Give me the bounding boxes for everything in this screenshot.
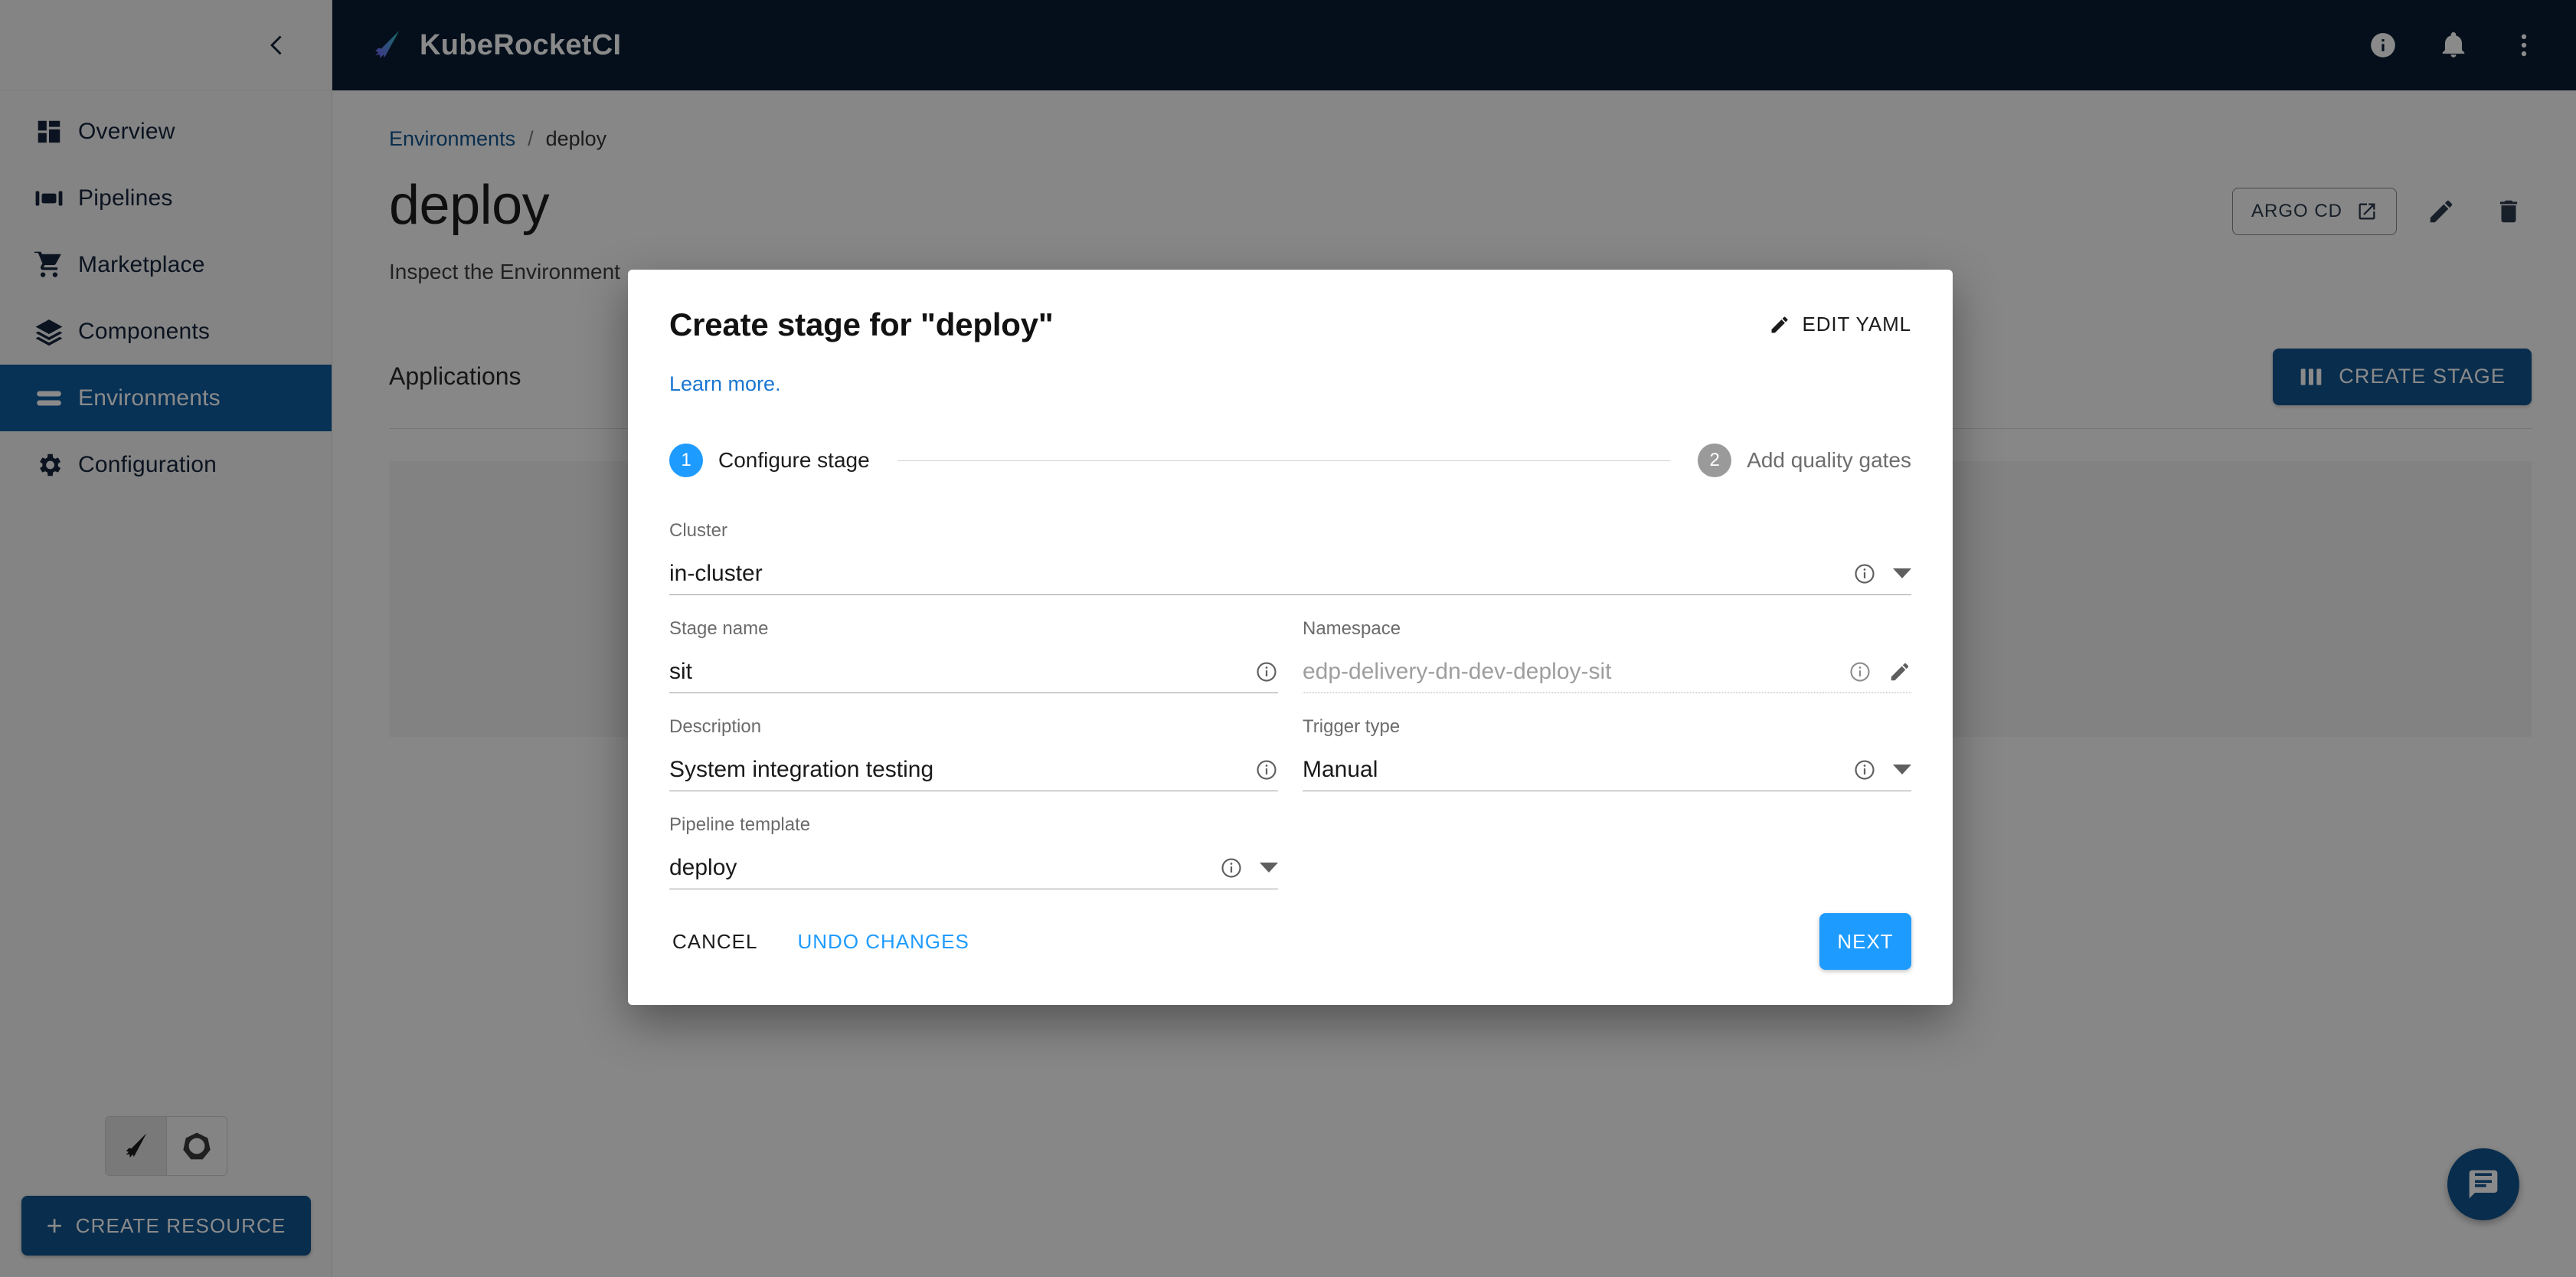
- step-configure-stage[interactable]: 1 Configure stage: [669, 444, 870, 477]
- field-label: Pipeline template: [669, 814, 811, 835]
- info-circle-outline-icon[interactable]: [1255, 660, 1278, 683]
- field-adornments: [1241, 660, 1278, 683]
- field-adornments: [1241, 758, 1278, 781]
- field-adornments: [1835, 660, 1911, 683]
- field-label: Trigger type: [1303, 716, 1401, 737]
- next-button[interactable]: NEXT: [1819, 913, 1911, 970]
- field-label: Namespace: [1303, 618, 1401, 639]
- field-stage-name: Stage name sit: [669, 618, 1278, 716]
- info-circle-outline-icon[interactable]: [1853, 562, 1876, 585]
- pipeline-template-value: deploy: [669, 854, 737, 880]
- field-label: Stage name: [669, 618, 769, 639]
- field-label: Cluster: [669, 520, 728, 541]
- stage-name-input[interactable]: sit: [669, 650, 1278, 693]
- field-namespace: Namespace edp-delivery-dn-dev-deploy-sit: [1303, 618, 1911, 716]
- chevron-down-icon[interactable]: [1260, 863, 1278, 873]
- namespace-input: edp-delivery-dn-dev-deploy-sit: [1303, 650, 1911, 693]
- description-input[interactable]: System integration testing: [669, 748, 1278, 791]
- info-circle-outline-icon[interactable]: [1255, 758, 1278, 781]
- learn-more-link[interactable]: Learn more.: [628, 343, 1953, 396]
- info-circle-outline-icon[interactable]: [1853, 758, 1876, 781]
- stage-name-value: sit: [669, 658, 692, 684]
- field-pipeline-template: Pipeline template deploy: [669, 814, 1278, 912]
- chevron-down-icon[interactable]: [1893, 765, 1911, 774]
- undo-changes-button[interactable]: UNDO CHANGES: [794, 922, 972, 961]
- dialog-title: Create stage for "deploy": [669, 306, 1054, 342]
- info-circle-outline-icon[interactable]: [1220, 856, 1243, 879]
- cancel-button[interactable]: CANCEL: [669, 922, 760, 961]
- dialog-header: Create stage for "deploy" EDIT YAML: [628, 270, 1953, 343]
- app-root: Overview Pipelines Marketplace Component…: [0, 0, 2576, 1277]
- field-adornments: [1206, 856, 1278, 879]
- field-adornments: [1839, 758, 1911, 781]
- step-number-badge: 1: [669, 444, 703, 477]
- chevron-down-icon[interactable]: [1893, 568, 1911, 578]
- field-trigger-type: Trigger type Manual: [1303, 716, 1911, 814]
- pencil-icon[interactable]: [1888, 660, 1911, 683]
- pencil-icon: [1771, 316, 1787, 332]
- dialog-footer: CANCEL UNDO CHANGES NEXT: [628, 913, 1953, 1005]
- trigger-type-value: Manual: [1303, 756, 1378, 782]
- edit-yaml-label: EDIT YAML: [1802, 313, 1911, 336]
- step-connector: [897, 460, 1671, 461]
- pipeline-template-select[interactable]: deploy: [669, 846, 1278, 889]
- field-adornments: [1839, 562, 1911, 585]
- field-cluster: Cluster in-cluster: [669, 520, 1911, 618]
- cluster-select[interactable]: in-cluster: [669, 552, 1911, 595]
- field-label: Description: [669, 716, 762, 737]
- edit-yaml-button[interactable]: EDIT YAML: [1769, 306, 1911, 336]
- create-stage-dialog: Create stage for "deploy" EDIT YAML Lear…: [628, 270, 1953, 1005]
- dialog-stepper: 1 Configure stage 2 Add quality gates: [669, 444, 1911, 477]
- form-spacer: [1303, 814, 1911, 912]
- stage-form: Cluster in-cluster Stage name sit Namesp…: [669, 520, 1911, 912]
- field-description: Description System integration testing: [669, 716, 1278, 814]
- step-add-quality-gates[interactable]: 2 Add quality gates: [1698, 444, 1911, 477]
- step-label: Add quality gates: [1747, 448, 1911, 472]
- step-label: Configure stage: [718, 448, 870, 472]
- cluster-value: in-cluster: [669, 560, 763, 586]
- step-number-badge: 2: [1698, 444, 1732, 477]
- info-circle-outline-icon[interactable]: [1849, 660, 1872, 683]
- namespace-value: edp-delivery-dn-dev-deploy-sit: [1303, 658, 1612, 684]
- description-value: System integration testing: [669, 756, 934, 782]
- trigger-type-select[interactable]: Manual: [1303, 748, 1911, 791]
